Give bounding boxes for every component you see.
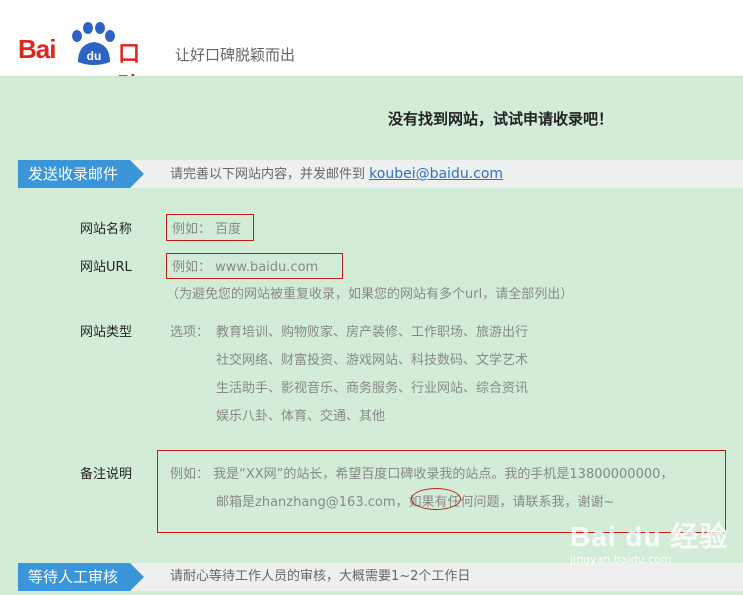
email-section-desc: 请完善以下网站内容，并发邮件到 koubei@baidu.com xyxy=(170,160,503,189)
remarks-example-line1: 例如： 我是“XX网”的站长，希望百度口碑收录我的站点。我的手机是1380000… xyxy=(170,467,674,482)
remarks-label: 备注说明 xyxy=(80,467,133,482)
site-url-note: （为避免您的网站被重复收录，如果您的网站有多个url，请全部列出） xyxy=(166,287,574,302)
watermark: Bai du 经验 jingyan.baidu.com xyxy=(570,515,729,566)
duration-highlight xyxy=(411,488,461,510)
paw-icon: du xyxy=(72,22,115,65)
slogan: 让好口碑脱颖而出 xyxy=(175,46,296,64)
site-name-example: 例如： 百度 xyxy=(172,222,242,237)
header: Bai du 口碑 让好口碑脱颖而出 xyxy=(0,0,743,99)
site-type-prefix: 选项： xyxy=(170,325,210,340)
logo-paw-text: du xyxy=(87,49,102,63)
logo-text: Bai xyxy=(18,34,56,64)
site-type-options-line: 教育培训、购物败家、房产装修、工作职场、旅游出行 xyxy=(216,325,529,340)
review-section-desc: 请耐心等待工作人员的审核，大概需要1~2个工作日 xyxy=(170,569,471,584)
review-section-tag: 等待人工审核 xyxy=(18,563,145,591)
email-section-band: 发送收录邮件 请完善以下网站内容，并发邮件到 koubei@baidu.com xyxy=(18,160,743,188)
watermark-sub: jingyan.baidu.com xyxy=(570,553,672,566)
site-url-label: 网站URL xyxy=(80,260,132,275)
site-name-label: 网站名称 xyxy=(80,222,133,237)
page-title: 没有找到网站，试试申请收录吧！ xyxy=(388,110,614,128)
review-section-band: 等待人工审核 请耐心等待工作人员的审核，大概需要1~2个工作日 xyxy=(18,563,743,591)
site-url-example: 例如： www.baidu.com xyxy=(172,260,319,275)
watermark-main: Bai du 经验 xyxy=(570,521,729,552)
site-type-options-line: 娱乐八卦、体育、交通、其他 xyxy=(216,409,386,424)
site-type-label: 网站类型 xyxy=(80,325,133,340)
email-link[interactable]: koubei@baidu.com xyxy=(369,166,503,182)
site-type-options-line: 生活助手、影视音乐、商务服务、行业网站、综合资讯 xyxy=(216,381,529,396)
email-instruction: 请完善以下网站内容，并发邮件到 xyxy=(170,167,366,182)
email-section-tag: 发送收录邮件 xyxy=(18,160,145,188)
site-type-options-line: 社交网络、财富投资、游戏网站、科技数码、文学艺术 xyxy=(216,353,529,368)
